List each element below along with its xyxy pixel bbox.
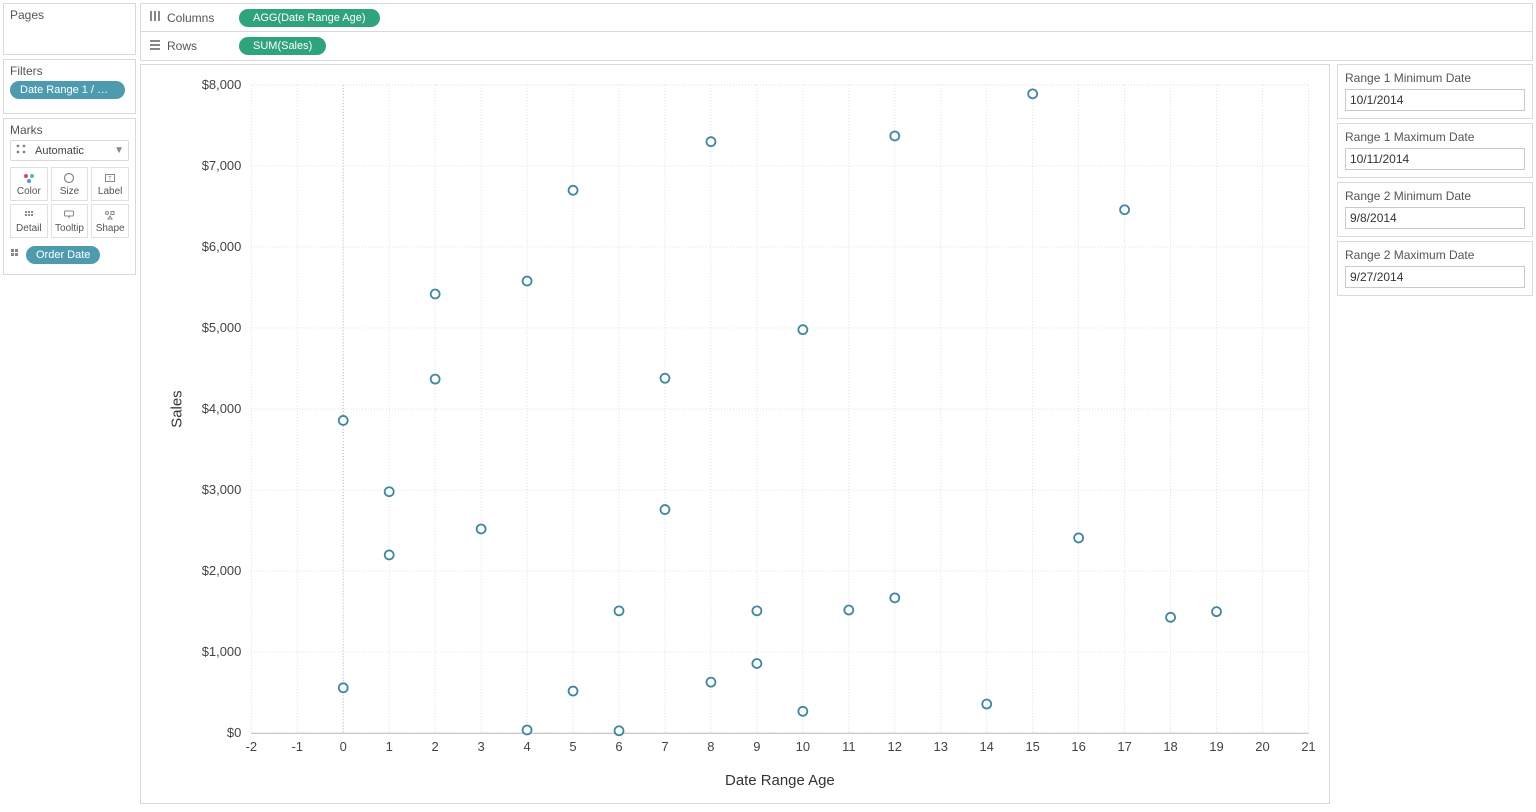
marks-title: Marks	[10, 123, 129, 137]
svg-text:7: 7	[661, 739, 668, 754]
svg-text:$8,000: $8,000	[202, 77, 242, 92]
svg-text:12: 12	[888, 739, 902, 754]
svg-text:T: T	[108, 177, 112, 183]
columns-shelf[interactable]: Columns AGG(Date Range Age)	[141, 4, 1532, 32]
param-range1-max-input[interactable]	[1345, 148, 1525, 170]
filters-title: Filters	[10, 64, 129, 78]
svg-text:$1,000: $1,000	[202, 644, 242, 659]
filters-card: Filters Date Range 1 / Date ..	[3, 59, 136, 114]
svg-text:3: 3	[478, 739, 485, 754]
svg-text:$0: $0	[227, 725, 241, 740]
svg-text:6: 6	[615, 739, 622, 754]
size-icon	[52, 172, 88, 186]
marks-shape-button[interactable]: Shape	[91, 204, 129, 238]
automatic-shape-icon	[15, 143, 27, 158]
marks-color-button[interactable]: Color	[10, 167, 48, 201]
color-icon	[11, 172, 47, 186]
svg-text:16: 16	[1071, 739, 1085, 754]
columns-label: Columns	[167, 11, 214, 25]
svg-text:1: 1	[386, 739, 393, 754]
detail-pill-order-date[interactable]: Order Date	[26, 246, 100, 264]
svg-text:2: 2	[432, 739, 439, 754]
svg-text:Sales: Sales	[169, 390, 186, 427]
svg-text:10: 10	[796, 739, 810, 754]
columns-icon	[149, 10, 161, 25]
param-range2-max: Range 2 Maximum Date	[1337, 241, 1533, 296]
svg-text:$5,000: $5,000	[202, 320, 242, 335]
rows-pill-sum-sales[interactable]: SUM(Sales)	[239, 37, 326, 55]
svg-text:8: 8	[707, 739, 714, 754]
svg-text:13: 13	[934, 739, 948, 754]
marks-tooltip-label: Tooltip	[55, 223, 84, 234]
rows-icon	[149, 39, 161, 54]
svg-text:18: 18	[1163, 739, 1177, 754]
param-range2-min-input[interactable]	[1345, 207, 1525, 229]
svg-text:17: 17	[1117, 739, 1131, 754]
param-range2-min-label: Range 2 Minimum Date	[1345, 189, 1525, 203]
pages-card: Pages	[3, 3, 136, 55]
svg-text:-2: -2	[246, 739, 258, 754]
svg-text:4: 4	[523, 739, 530, 754]
param-range2-max-input[interactable]	[1345, 266, 1525, 288]
marks-size-label: Size	[60, 186, 79, 197]
mark-type-label: Automatic	[35, 145, 84, 157]
chevron-down-icon: ▼	[114, 145, 124, 156]
svg-text:19: 19	[1209, 739, 1223, 754]
svg-text:9: 9	[753, 739, 760, 754]
columns-pill-agg-date-range-age[interactable]: AGG(Date Range Age)	[239, 9, 380, 27]
marks-label-label: Label	[98, 186, 122, 197]
svg-text:15: 15	[1025, 739, 1039, 754]
marks-tooltip-button[interactable]: Tooltip	[51, 204, 89, 238]
param-range1-min-input[interactable]	[1345, 89, 1525, 111]
svg-text:5: 5	[569, 739, 576, 754]
marks-color-label: Color	[17, 186, 41, 197]
svg-text:$2,000: $2,000	[202, 563, 242, 578]
rows-shelf[interactable]: Rows SUM(Sales)	[141, 32, 1532, 60]
mark-type-dropdown[interactable]: Automatic ▼	[10, 140, 129, 161]
marks-label-button[interactable]: T Label	[91, 167, 129, 201]
shelves-panel: Columns AGG(Date Range Age) Rows SUM(Sal…	[140, 3, 1533, 61]
scatter-chart[interactable]: -2-10123456789101112131415161718192021$0…	[140, 64, 1330, 804]
marks-card: Marks Automatic ▼ Color Size	[3, 118, 136, 275]
marks-shape-label: Shape	[96, 223, 125, 234]
svg-text:0: 0	[340, 739, 347, 754]
param-range2-max-label: Range 2 Maximum Date	[1345, 248, 1525, 262]
rows-label: Rows	[167, 39, 197, 53]
svg-text:11: 11	[842, 739, 855, 754]
detail-pill-icon	[10, 248, 22, 263]
svg-text:Date Range Age: Date Range Age	[725, 772, 835, 789]
svg-text:14: 14	[979, 739, 993, 754]
svg-text:$7,000: $7,000	[202, 158, 242, 173]
svg-text:-1: -1	[292, 739, 304, 754]
param-range2-min: Range 2 Minimum Date	[1337, 182, 1533, 237]
filter-pill-date-range[interactable]: Date Range 1 / Date ..	[10, 81, 125, 99]
marks-detail-button[interactable]: Detail	[10, 204, 48, 238]
marks-detail-label: Detail	[16, 223, 42, 234]
svg-text:20: 20	[1255, 739, 1269, 754]
pages-title: Pages	[10, 8, 129, 22]
shape-icon	[92, 209, 128, 223]
svg-text:$4,000: $4,000	[202, 401, 242, 416]
param-range1-max-label: Range 1 Maximum Date	[1345, 130, 1525, 144]
param-range1-max: Range 1 Maximum Date	[1337, 123, 1533, 178]
svg-text:$6,000: $6,000	[202, 239, 242, 254]
param-range1-min: Range 1 Minimum Date	[1337, 64, 1533, 119]
param-range1-min-label: Range 1 Minimum Date	[1345, 71, 1525, 85]
svg-text:$3,000: $3,000	[202, 482, 242, 497]
svg-text:21: 21	[1301, 739, 1315, 754]
label-icon: T	[92, 172, 128, 186]
marks-size-button[interactable]: Size	[51, 167, 89, 201]
tooltip-icon	[52, 209, 88, 223]
detail-icon	[11, 209, 47, 223]
